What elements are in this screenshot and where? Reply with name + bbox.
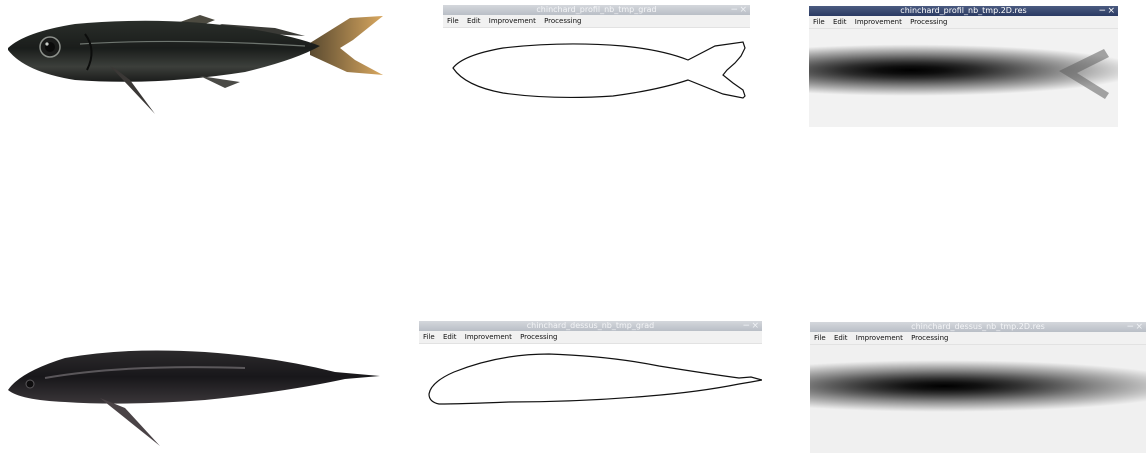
fish-outline-dorsal <box>428 353 762 405</box>
minimize-icon[interactable]: − <box>742 321 750 331</box>
menu-file[interactable]: File <box>813 18 825 26</box>
minimize-icon[interactable]: − <box>730 5 738 15</box>
menu-processing[interactable]: Processing <box>910 18 947 26</box>
menu-bar: File Edit Improvement Processing <box>443 15 750 28</box>
distance-map-profile <box>809 29 1118 127</box>
close-icon[interactable]: × <box>751 321 759 331</box>
window-title: chinchard_profil_nb_tmp.2D.res <box>900 6 1027 15</box>
fish-dorsal-photo <box>8 350 380 446</box>
window-title: chinchard_dessus_nb_tmp.2D.res <box>911 322 1045 331</box>
window-title-bar[interactable]: chinchard_dessus_nb_tmp_grad − × <box>419 321 762 331</box>
gradient-window-profile[interactable]: chinchard_profil_nb_tmp_grad − × File Ed… <box>443 5 750 127</box>
menu-edit[interactable]: Edit <box>467 17 481 25</box>
menu-processing[interactable]: Processing <box>544 17 581 25</box>
window-title-bar[interactable]: chinchard_profil_nb_tmp.2D.res − × <box>809 6 1118 16</box>
menu-improvement[interactable]: Improvement <box>465 333 512 341</box>
menu-edit[interactable]: Edit <box>834 334 848 342</box>
distance-window-profile[interactable]: chinchard_profil_nb_tmp.2D.res − × File … <box>809 6 1118 127</box>
distance-window-dorsal[interactable]: chinchard_dessus_nb_tmp.2D.res − × File … <box>810 322 1146 453</box>
close-icon[interactable]: × <box>1107 6 1115 16</box>
menu-processing[interactable]: Processing <box>520 333 557 341</box>
close-icon[interactable]: × <box>739 5 747 15</box>
menu-edit[interactable]: Edit <box>443 333 457 341</box>
menu-bar: File Edit Improvement Processing <box>419 331 762 344</box>
minimize-icon[interactable]: − <box>1126 322 1134 332</box>
image-canvas[interactable] <box>443 28 750 127</box>
menu-bar: File Edit Improvement Processing <box>809 16 1118 29</box>
image-canvas[interactable] <box>419 344 762 453</box>
window-title-bar[interactable]: chinchard_dessus_nb_tmp.2D.res − × <box>810 322 1146 332</box>
gradient-window-dorsal[interactable]: chinchard_dessus_nb_tmp_grad − × File Ed… <box>419 321 762 453</box>
menu-file[interactable]: File <box>814 334 826 342</box>
menu-improvement[interactable]: Improvement <box>855 18 902 26</box>
window-title: chinchard_profil_nb_tmp_grad <box>536 5 657 14</box>
close-icon[interactable]: × <box>1135 322 1143 332</box>
image-canvas[interactable] <box>809 29 1118 127</box>
image-canvas[interactable] <box>810 345 1146 453</box>
menu-file[interactable]: File <box>447 17 459 25</box>
menu-improvement[interactable]: Improvement <box>856 334 903 342</box>
menu-processing[interactable]: Processing <box>911 334 948 342</box>
window-title-bar[interactable]: chinchard_profil_nb_tmp_grad − × <box>443 5 750 15</box>
fish-outline-profile <box>452 41 746 99</box>
menu-bar: File Edit Improvement Processing <box>810 332 1146 345</box>
menu-edit[interactable]: Edit <box>833 18 847 26</box>
distance-map-dorsal <box>810 345 1146 453</box>
minimize-icon[interactable]: − <box>1098 6 1106 16</box>
window-title: chinchard_dessus_nb_tmp_grad <box>526 321 655 330</box>
fish-profile-photo <box>8 15 383 114</box>
menu-file[interactable]: File <box>423 333 435 341</box>
menu-improvement[interactable]: Improvement <box>489 17 536 25</box>
